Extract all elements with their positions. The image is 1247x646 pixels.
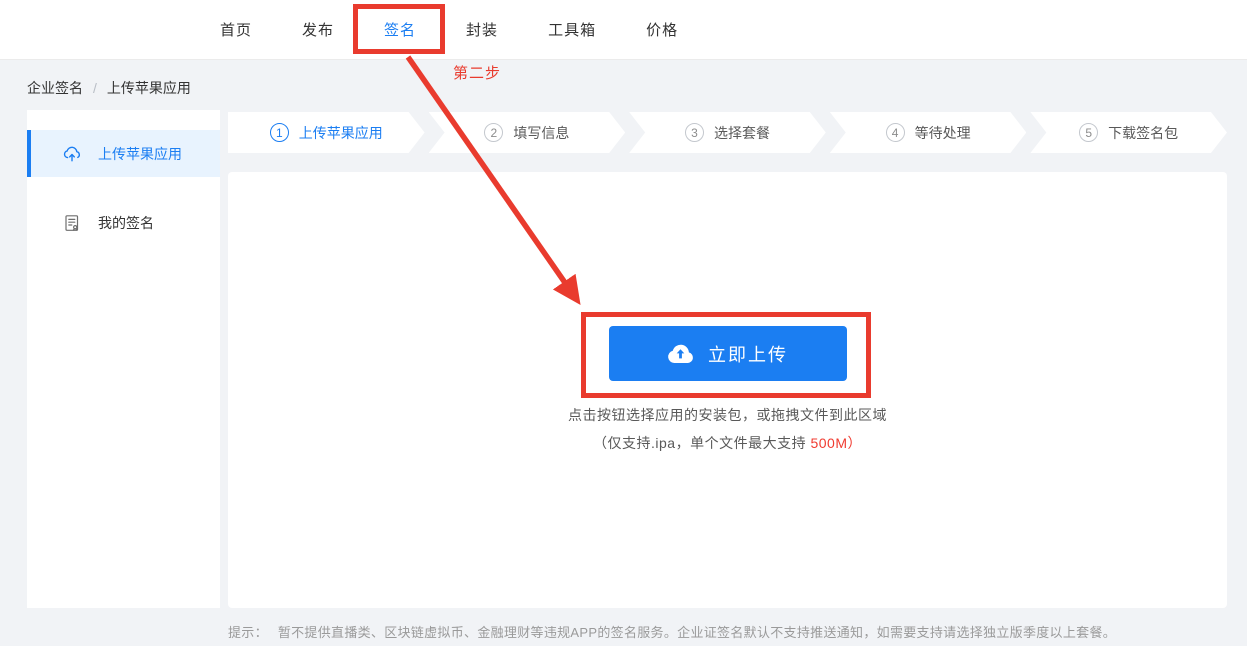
- hint-suffix: ）: [847, 435, 862, 451]
- step-1-upload: 1 上传苹果应用: [228, 112, 425, 153]
- nav-item-home[interactable]: 首页: [220, 13, 252, 46]
- upload-dropzone-card[interactable]: 立即上传 点击按钮选择应用的安装包，或拖拽文件到此区域 （仅支持.ipa，单个文…: [228, 172, 1227, 608]
- cloud-upload-icon: [62, 144, 82, 164]
- upload-button-label: 立即上传: [708, 344, 788, 365]
- upload-hint-line2: （仅支持.ipa，单个文件最大支持 500M）: [593, 433, 862, 453]
- signature-doc-icon: [62, 214, 82, 232]
- max-size-highlight: 500M: [810, 435, 848, 451]
- cloud-upload-filled-icon: [667, 343, 694, 364]
- step-4-waiting: 4 等待处理: [830, 112, 1027, 153]
- sidebar-item-label: 我的签名: [98, 214, 154, 231]
- step-number: 2: [484, 123, 503, 142]
- tip-text: 暂不提供直播类、区块链虚拟币、金融理财等违规APP的签名服务。企业证签名默认不支…: [277, 625, 1117, 640]
- tip-label: 提示：: [228, 625, 268, 640]
- step-label: 上传苹果应用: [298, 124, 383, 141]
- breadcrumb-section[interactable]: 企业签名: [27, 78, 83, 98]
- step-label: 等待处理: [914, 124, 971, 141]
- step-number: 1: [270, 123, 289, 142]
- step-label: 填写信息: [513, 124, 570, 141]
- step-label: 选择套餐: [713, 124, 770, 141]
- main-nav: 首页 发布 签名 封装 工具箱 价格: [220, 13, 678, 46]
- hint-prefix: （仅支持.ipa，单个文件最大支持: [593, 435, 811, 451]
- nav-item-publish[interactable]: 发布: [302, 13, 334, 46]
- nav-item-price[interactable]: 价格: [646, 13, 678, 46]
- sidebar-item-upload-apple-app[interactable]: 上传苹果应用: [27, 130, 220, 177]
- step-label: 下载签名包: [1108, 124, 1179, 141]
- sidebar-item-my-signatures[interactable]: 我的签名: [27, 199, 220, 246]
- breadcrumb-separator: /: [93, 80, 97, 96]
- step-5-download: 5 下载签名包: [1030, 112, 1227, 153]
- annotation-step-label: 第二步: [453, 65, 502, 82]
- nav-item-signature[interactable]: 签名: [384, 13, 416, 46]
- footer-tip: 提示： 暂不提供直播类、区块链虚拟币、金融理财等违规APP的签名服务。企业证签名…: [228, 622, 1238, 641]
- top-navigation-bar: 首页 发布 签名 封装 工具箱 价格: [0, 0, 1247, 60]
- sidebar: 上传苹果应用 我的签名: [27, 110, 220, 608]
- steps-wizard: 1 上传苹果应用 2 填写信息 3 选择套餐 4 等待处理 5 下载签名包: [228, 112, 1227, 153]
- breadcrumb-current: 上传苹果应用: [106, 80, 191, 96]
- step-number: 3: [685, 123, 704, 142]
- step-3-choose-plan: 3 选择套餐: [629, 112, 826, 153]
- step-number: 4: [886, 123, 905, 142]
- nav-item-package[interactable]: 封装: [466, 13, 498, 46]
- step-2-fill-info: 2 填写信息: [429, 112, 626, 153]
- sidebar-item-label: 上传苹果应用: [98, 145, 182, 162]
- step-number: 5: [1079, 123, 1098, 142]
- upload-hint-line1: 点击按钮选择应用的安装包，或拖拽文件到此区域: [568, 407, 887, 423]
- upload-now-button[interactable]: 立即上传: [608, 326, 847, 381]
- nav-item-toolbox[interactable]: 工具箱: [548, 13, 596, 46]
- breadcrumb: 企业签名 / 上传苹果应用: [27, 78, 191, 98]
